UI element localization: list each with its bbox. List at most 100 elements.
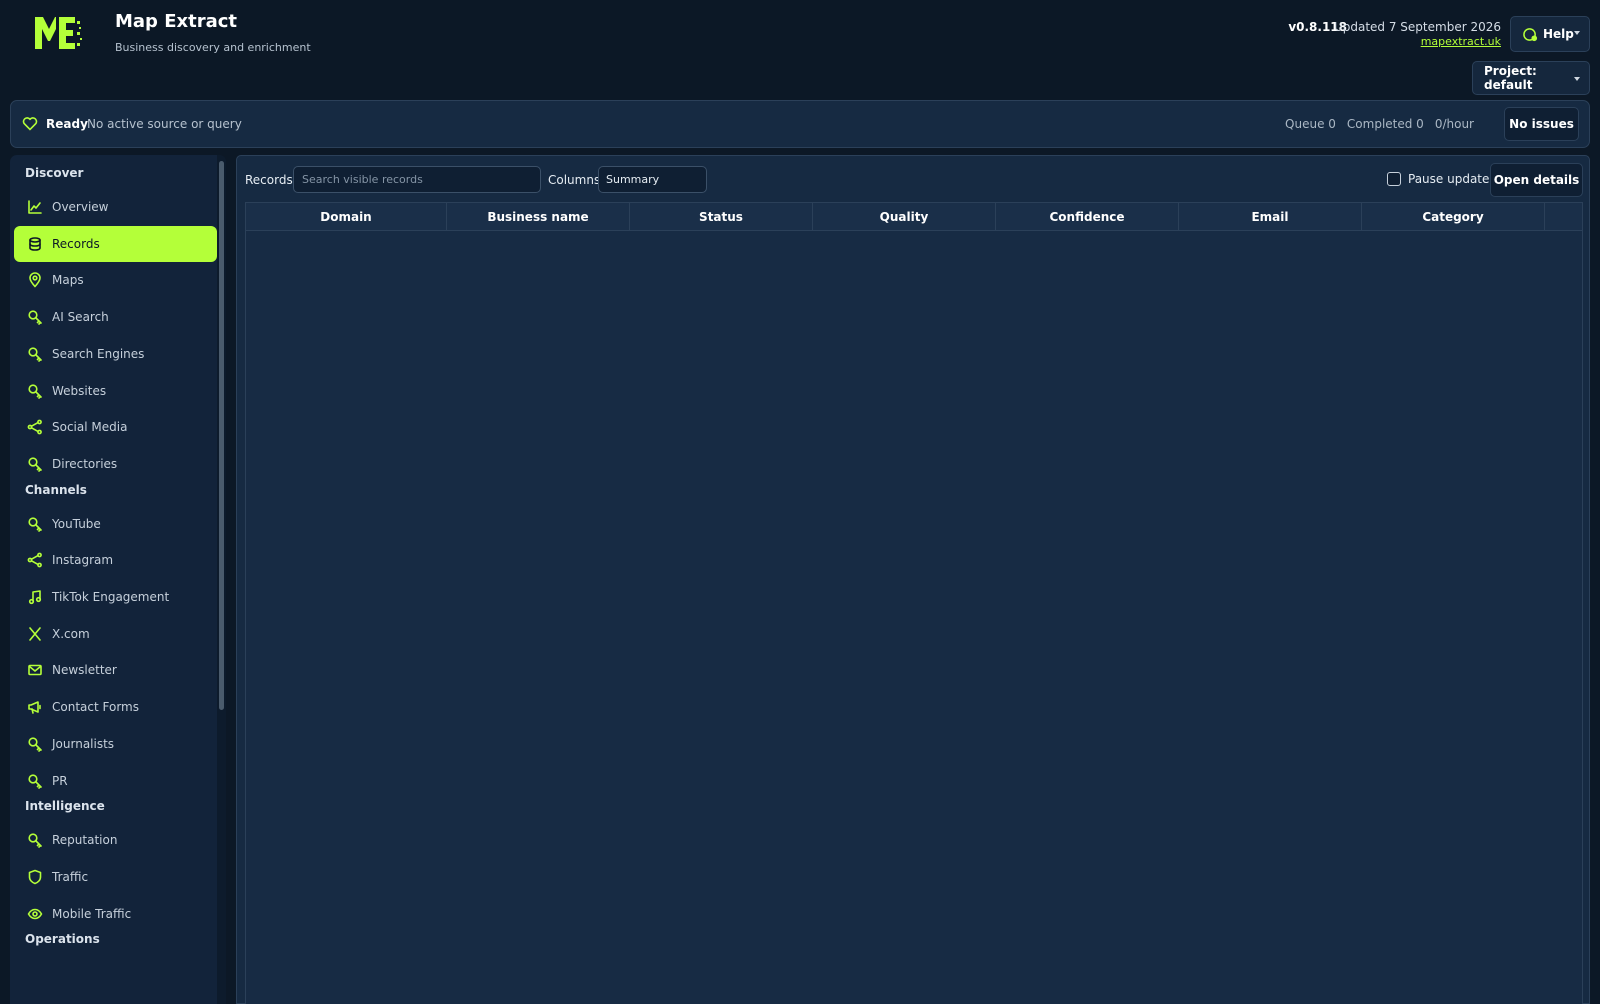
sidebar-item-reputation[interactable]: Reputation [14,822,217,858]
sidebar-scrollbar-thumb[interactable] [219,161,224,710]
pause-updates-label[interactable]: Pause updates [1408,172,1496,186]
share-icon [27,419,42,435]
rate-per-hour: 0/hour [1434,117,1474,131]
search-key-icon [28,383,42,399]
nav-section-discover: Discover [25,166,84,180]
sidebar-nav: Discover Overview Records Maps AI Search Sear… [10,155,226,1004]
sidebar-item-overview[interactable]: Overview [14,189,217,225]
column-header-confidence[interactable]: Confidence [996,203,1179,231]
search-key-icon [28,516,42,532]
sidebar-item-label: Social Media [52,420,128,435]
app-subtitle: Business discovery and enrichment [115,41,311,54]
map-extract-logo-icon [35,17,82,49]
sidebar-item-label: Instagram [52,553,114,568]
records-table: Domain Business name Status Quality Confiden… [245,202,1583,1004]
nav-section-operations: Operations [25,932,100,947]
sidebar-item-traffic[interactable]: Traffic [14,859,217,895]
status-message: No active source or query [87,117,242,131]
app-title: Map Extract [115,11,238,32]
chart-line-icon [28,200,42,214]
column-header-status[interactable]: Status [630,203,813,231]
sidebar-item-maps[interactable]: Maps [14,262,217,298]
database-icon [29,236,41,251]
search-key-icon [28,773,42,789]
table-header: Domain Business name Status Quality Confiden… [246,203,1582,231]
sidebar-item-label: X.com [52,626,90,641]
sidebar-item-label: Newsletter [52,663,117,678]
sidebar-item-label: Reputation [52,833,118,848]
search-input[interactable] [293,166,541,193]
chevron-down-icon [1574,31,1580,35]
sidebar-item-instagram[interactable]: Instagram [14,542,217,578]
map-pin-icon [29,272,41,288]
sidebar-item-label: Maps [52,273,84,288]
column-header-business-name[interactable]: Business name [447,203,630,231]
search-key-icon [28,833,42,848]
queue-stats: Queue 0 Completed 0 0/hour [1285,117,1474,131]
search-key-icon [28,347,42,362]
completed-count: Completed 0 [1346,117,1424,131]
sidebar-item-label: Journalists [52,736,115,751]
help-button[interactable]: Help [1510,16,1590,52]
sidebar-item-directories[interactable]: Directories [14,446,217,482]
status-bar: Ready No active source or query Queue 0 … [10,100,1590,148]
updated-date: Updated 7 September 2026 [1333,20,1501,34]
search-key-icon [28,737,42,752]
records-label: Records [245,173,293,187]
nav-section-channels: Channels [25,482,87,497]
sidebar-item-social-media[interactable]: Social Media [14,409,217,445]
sidebar-item-websites[interactable]: Websites [14,373,217,409]
pause-updates-checkbox[interactable] [1387,172,1401,186]
sidebar-item-mobile-traffic[interactable]: Mobile Traffic [14,896,217,932]
columns-label: Columns [548,173,601,187]
sidebar-item-newsletter[interactable]: Newsletter [14,652,217,688]
eye-icon [27,908,43,919]
column-header-category[interactable]: Category [1362,203,1545,231]
sidebar-item-label: Traffic [52,869,89,884]
app-header: Map Extract Business discovery and enric… [0,0,1600,98]
sidebar-item-label: Directories [52,456,118,471]
megaphone-icon [28,701,41,714]
site-link[interactable]: mapextract.uk [1421,35,1501,48]
status-state: Ready [46,117,88,131]
sidebar-item-pr[interactable]: PR [14,763,217,799]
sidebar-item-journalists[interactable]: Journalists [14,726,217,762]
nav-section-intelligence: Intelligence [25,799,105,814]
shield-icon [28,869,42,885]
sidebar-item-contact-forms[interactable]: Contact Forms [14,689,217,725]
queue-count: Queue 0 [1285,117,1336,131]
sidebar-item-tiktok-engagement[interactable]: TikTok Engagement [14,579,217,615]
share-icon [27,552,42,568]
sidebar-item-label: Records [52,236,100,251]
sidebar-item-records[interactable]: Records [14,225,217,262]
column-header-domain[interactable]: Domain [246,203,447,231]
project-selector[interactable]: Project: default [1472,61,1590,95]
search-key-icon [28,310,42,325]
sidebar-item-search-engines[interactable]: Search Engines [14,336,217,372]
sidebar-item-label: AI Search [52,310,109,325]
issues-button[interactable]: No issues [1504,107,1579,141]
sidebar-item-label: Search Engines [52,346,145,361]
column-header-email[interactable]: Email [1179,203,1362,231]
sidebar-item-youtube[interactable]: YouTube [14,506,217,542]
open-details-button[interactable]: Open details [1490,163,1583,197]
music-note-icon [28,590,42,605]
sidebar-item-label: PR [52,773,68,788]
chevron-down-icon [1574,77,1580,81]
x-logo-icon [29,626,41,641]
search-key-icon [28,457,42,472]
sidebar-item-label: Contact Forms [52,700,139,715]
sidebar-item-label: Mobile Traffic [52,906,132,921]
sidebar-item-label: TikTok Engagement [52,590,170,604]
sidebar-item-x-com[interactable]: X.com [14,616,217,652]
columns-select[interactable]: Summary [598,166,707,193]
sidebar-item-label: YouTube [52,516,101,531]
heart-icon [22,117,38,131]
help-circle-icon [1523,27,1538,41]
records-panel: Records Columns Summary Pause updates Op… [236,155,1590,1004]
help-label: Help [1543,27,1574,41]
sidebar-item-ai-search[interactable]: AI Search [14,299,217,335]
mail-icon [28,665,42,676]
sidebar-item-label: Overview [52,200,109,214]
column-header-quality[interactable]: Quality [813,203,996,231]
